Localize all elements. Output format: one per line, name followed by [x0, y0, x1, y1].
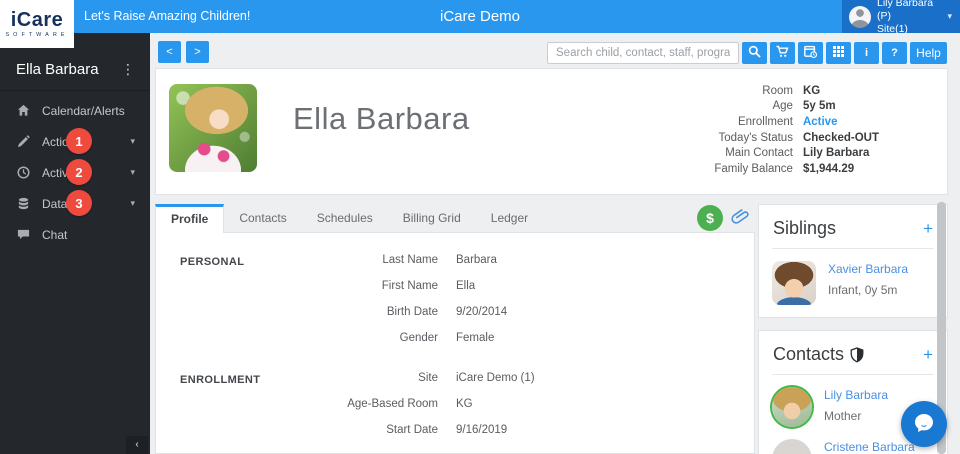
- calendar-schedule-button[interactable]: [798, 42, 823, 64]
- paperclip-icon: [731, 209, 749, 228]
- profile-header-card: Ella Barbara Room KG Age 5y 5m Enrollmen…: [155, 68, 948, 195]
- grid-icon: [832, 45, 845, 61]
- chevron-down-icon: ▾: [130, 198, 135, 208]
- summary-row-todays-status: Today's Status Checked-OUT: [718, 131, 879, 144]
- tab-billing-grid[interactable]: Billing Grid: [388, 204, 476, 232]
- data-count-badge: 3: [66, 190, 92, 216]
- field-start-date: Start Date 9/16/2019: [386, 424, 508, 436]
- attachment-button[interactable]: [731, 208, 749, 228]
- profile-summary: Room KG Age 5y 5m Enrollment Active Toda…: [683, 83, 879, 177]
- chevron-down-icon: ▾: [130, 167, 135, 177]
- chat-launcher-button[interactable]: [901, 401, 947, 447]
- tab-schedules[interactable]: Schedules: [302, 204, 388, 232]
- user-site: Site(1): [877, 23, 908, 35]
- actions-count-badge: 1: [66, 128, 92, 154]
- summary-row-enrollment: Enrollment Active: [737, 115, 838, 128]
- sidebar-item-data[interactable]: Data 3 ▾: [0, 188, 150, 219]
- messenger-icon: [912, 411, 936, 438]
- field-age-based-room: Age-Based Room KG: [347, 398, 473, 410]
- search-icon: [748, 45, 761, 61]
- contact-photo[interactable]: [772, 439, 812, 454]
- search-button[interactable]: [742, 42, 767, 64]
- toolbar: < > i ? Help: [150, 33, 960, 68]
- sibling-name-link[interactable]: Xavier Barbara: [828, 262, 908, 276]
- sidebar-item-actions[interactable]: Actions 1 ▾: [0, 126, 150, 157]
- home-icon: [17, 104, 31, 118]
- chevron-down-icon: ▾: [947, 11, 952, 21]
- status-badge: Active: [802, 115, 838, 128]
- user-avatar: [849, 5, 871, 28]
- field-gender: Gender Female: [399, 332, 495, 344]
- child-photo[interactable]: [169, 84, 257, 172]
- user-menu[interactable]: Lily Barbara (P) Site(1) ▾: [842, 0, 960, 36]
- billing-money-button[interactable]: $: [697, 205, 723, 231]
- sidebar-item-activities[interactable]: Activities 2 ▾: [0, 157, 150, 188]
- main-content: < > i ? Help Ella Barbara: [150, 33, 960, 454]
- tab-ledger[interactable]: Ledger: [476, 204, 543, 232]
- sidebar-item-calendar-alerts[interactable]: Calendar/Alerts: [0, 95, 150, 126]
- pencil-icon: [17, 135, 31, 149]
- sibling-item: Xavier Barbara Infant, 0y 5m: [772, 261, 934, 305]
- clock-icon: [17, 166, 31, 180]
- user-name: Lily Barbara (P): [877, 0, 934, 22]
- contacts-title: Contacts: [773, 344, 845, 364]
- info-button[interactable]: i: [854, 42, 879, 64]
- chevron-down-icon: ▾: [130, 136, 135, 146]
- logo-subtitle: SOFTWARE: [5, 32, 69, 38]
- field-last-name: Last Name Barbara: [382, 254, 497, 266]
- contact-photo[interactable]: [772, 387, 812, 427]
- app-logo[interactable]: iCare SOFTWARE: [0, 0, 74, 48]
- summary-row-age: Age 5y 5m: [772, 100, 836, 113]
- contact-relation: Mother: [824, 409, 862, 423]
- calendar-clock-icon: [804, 45, 818, 61]
- back-button[interactable]: <: [158, 41, 181, 63]
- section-personal: PERSONAL Last Name Barbara First Name El…: [156, 247, 754, 351]
- cart-icon: [776, 45, 789, 61]
- add-sibling-button[interactable]: +: [923, 220, 933, 237]
- add-contact-button[interactable]: +: [923, 346, 933, 363]
- help-button[interactable]: Help: [910, 42, 947, 64]
- section-enrollment: ENROLLMENT Site iCare Demo (1) Age-Based…: [156, 365, 754, 443]
- field-first-name: First Name Ella: [381, 280, 476, 292]
- sidebar: Ella Barbara ⋮ Calendar/Alerts Actions 1…: [0, 33, 150, 454]
- field-birth-date: Birth Date 9/20/2014: [386, 306, 508, 318]
- contact-name-link[interactable]: Cristene Barbara: [824, 440, 915, 454]
- database-icon: [17, 197, 31, 211]
- sibling-photo[interactable]: [772, 261, 816, 305]
- sidebar-item-chat[interactable]: Chat: [0, 219, 150, 250]
- app-title: iCare Demo: [439, 8, 521, 25]
- cart-button[interactable]: [770, 42, 795, 64]
- summary-row-main-contact: Main Contact Lily Barbara: [725, 147, 870, 160]
- sidebar-collapse-button[interactable]: ‹: [126, 436, 148, 454]
- sidebar-nav: Calendar/Alerts Actions 1 ▾ Activities 2…: [0, 91, 150, 250]
- tab-bar: Profile Contacts Schedules Billing Grid …: [155, 204, 755, 233]
- summary-row-family-balance: Family Balance $1,944.29: [714, 162, 855, 175]
- sibling-info: Infant, 0y 5m: [828, 283, 898, 297]
- top-bar: Let's Raise Amazing Children! iCare Demo…: [0, 0, 960, 36]
- profile-details-card: PERSONAL Last Name Barbara First Name El…: [155, 232, 755, 454]
- tab-contacts[interactable]: Contacts: [224, 204, 301, 232]
- tab-profile[interactable]: Profile: [155, 204, 225, 233]
- contact-name-link[interactable]: Lily Barbara: [824, 388, 888, 402]
- question-button[interactable]: ?: [882, 42, 907, 64]
- siblings-panel: Siblings + Xavier Barbara Infant, 0y 5m: [758, 204, 948, 318]
- kebab-menu-icon[interactable]: ⋮: [118, 61, 138, 78]
- shield-icon: [850, 346, 864, 363]
- summary-row-room: Room KG: [762, 84, 821, 97]
- apps-grid-button[interactable]: [826, 42, 851, 64]
- sidebar-child-name: Ella Barbara: [16, 61, 99, 78]
- child-name-title: Ella Barbara: [293, 101, 470, 136]
- user-info: Lily Barbara (P) Site(1): [877, 0, 945, 36]
- logo-title: iCare: [10, 9, 64, 31]
- siblings-title: Siblings: [773, 218, 837, 238]
- search-input[interactable]: [547, 42, 739, 64]
- forward-button[interactable]: >: [186, 41, 209, 63]
- activities-count-badge: 2: [66, 159, 92, 185]
- chat-icon: [17, 228, 31, 242]
